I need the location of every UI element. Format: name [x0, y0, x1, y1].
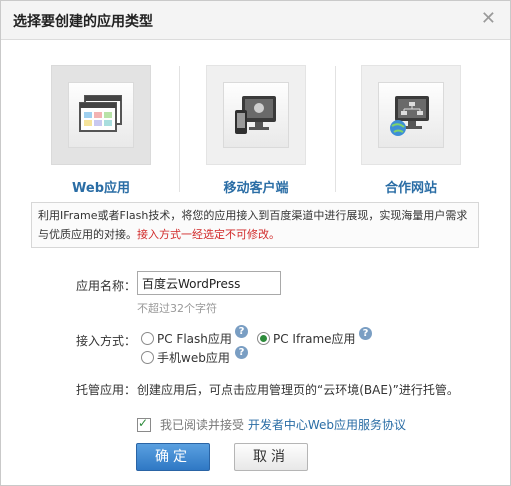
agree-checkbox[interactable] [137, 416, 151, 432]
create-app-dialog: 选择要创建的应用类型 ✕ Web应用 移动客户端 合作网站 利用IFrame或者… [0, 0, 511, 486]
info-warning: 接入方式一经选定不可修改。 [137, 228, 280, 241]
browser-window-icon [68, 82, 134, 148]
hosting-label: 托管应用： [76, 383, 137, 397]
divider [335, 66, 336, 192]
type-tile-web[interactable] [51, 65, 151, 165]
type-option-site[interactable]: 合作网站 [360, 65, 462, 197]
dialog-title: 选择要创建的应用类型 [13, 14, 153, 30]
network-site-icon [378, 82, 444, 148]
divider [179, 66, 180, 192]
radio-button[interactable] [141, 332, 154, 345]
access-method-label: 接入方式： [76, 334, 137, 348]
help-icon[interactable]: ? [235, 346, 248, 359]
app-name-input[interactable] [137, 271, 281, 295]
type-label-web[interactable]: Web应用 [30, 177, 172, 196]
type-label-site[interactable]: 合作网站 [340, 177, 482, 196]
radio-button-selected[interactable] [257, 332, 270, 345]
hosting-text: 创建应用后，可点击应用管理页的“云环境(BAE)”进行托管。 [137, 383, 459, 397]
radio-label: PC Flash应用 [157, 332, 232, 346]
agreement-link[interactable]: 开发者中心Web应用服务协议 [248, 418, 406, 432]
radio-label: PC Iframe应用 [273, 332, 356, 346]
agree-text: 我已阅读并接受 开发者中心Web应用服务协议 [160, 416, 406, 433]
app-type-selector: Web应用 移动客户端 合作网站 [1, 61, 510, 196]
radio-mobile-web[interactable]: 手机web应用 [141, 350, 230, 366]
type-option-web[interactable]: Web应用 [50, 65, 152, 197]
type-option-mobile[interactable]: 移动客户端 [205, 65, 307, 197]
type-tile-site[interactable] [361, 65, 461, 165]
app-name-label: 应用名称： [76, 279, 137, 293]
confirm-button[interactable]: 确定 [136, 443, 210, 471]
mobile-device-icon [223, 82, 289, 148]
help-icon[interactable]: ? [235, 325, 248, 338]
app-name-hint: 不超过32个字符 [137, 302, 217, 315]
radio-pc-flash[interactable]: PC Flash应用 [141, 331, 232, 347]
close-icon[interactable]: ✕ [481, 8, 496, 30]
type-label-mobile[interactable]: 移动客户端 [185, 177, 327, 196]
radio-label: 手机web应用 [157, 351, 230, 365]
agree-prefix: 我已阅读并接受 [160, 418, 245, 432]
help-icon[interactable]: ? [359, 327, 372, 340]
radio-button[interactable] [141, 351, 154, 364]
access-info-box: 利用IFrame或者Flash技术，将您的应用接入到百度渠道中进行展现，实现海量… [31, 202, 479, 248]
dialog-titlebar: 选择要创建的应用类型 ✕ [1, 1, 510, 40]
type-tile-mobile[interactable] [206, 65, 306, 165]
cancel-button[interactable]: 取消 [234, 443, 308, 471]
radio-pc-iframe[interactable]: PC Iframe应用 [257, 331, 356, 347]
